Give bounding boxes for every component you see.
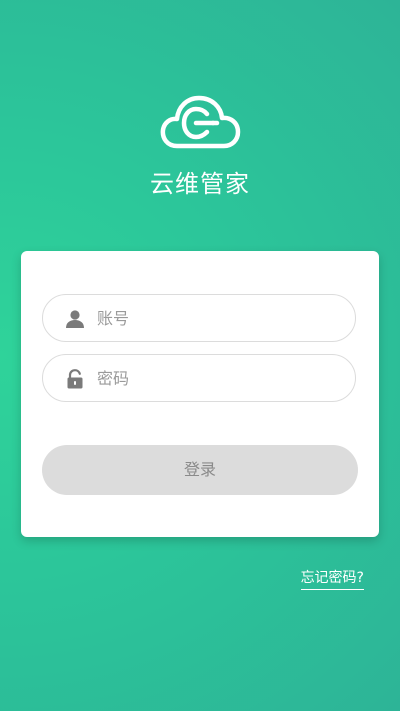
cloud-logo-icon — [160, 95, 241, 149]
forgot-password-link[interactable]: 忘记密码? — [300, 567, 364, 590]
app-title: 云维管家 — [150, 170, 250, 198]
password-field[interactable] — [42, 354, 356, 402]
login-card: 登录 — [21, 251, 379, 537]
app-header: 云维管家 — [0, 92, 400, 199]
account-field[interactable] — [42, 294, 356, 342]
lock-icon — [67, 369, 83, 389]
user-icon — [66, 310, 84, 328]
account-input[interactable] — [97, 295, 337, 341]
login-button[interactable]: 登录 — [42, 445, 358, 495]
password-input[interactable] — [97, 355, 337, 401]
